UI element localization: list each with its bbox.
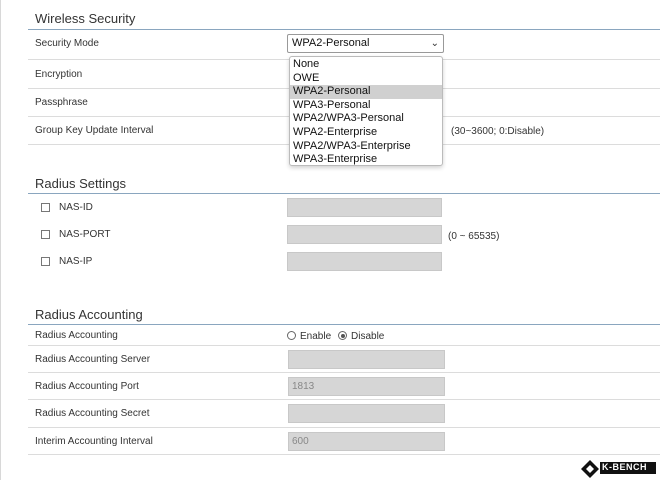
- nas-port-label: NAS-PORT: [59, 229, 111, 240]
- accounting-port-field[interactable]: 1813: [288, 377, 445, 396]
- nas-port-field[interactable]: [287, 225, 442, 244]
- dropdown-option-wpa2-wpa3-enterprise[interactable]: WPA2/WPA3-Enterprise: [290, 140, 442, 154]
- accounting-server-field[interactable]: [288, 350, 445, 369]
- interim-interval-field[interactable]: 600: [288, 432, 445, 451]
- encryption-label: Encryption: [35, 69, 83, 80]
- nas-ip-field[interactable]: [287, 252, 442, 271]
- nas-id-checkbox[interactable]: [41, 203, 50, 212]
- dropdown-option-wpa2-enterprise[interactable]: WPA2-Enterprise: [290, 126, 442, 140]
- chevron-down-icon: ⌄: [430, 38, 439, 49]
- kbench-logo: K-BENCH: [580, 459, 658, 479]
- nas-ip-label: NAS-IP: [59, 256, 93, 267]
- passphrase-label: Passphrase: [35, 97, 88, 108]
- section-title-wireless-security: Wireless Security: [35, 11, 136, 26]
- security-mode-select[interactable]: WPA2-Personal ⌄: [287, 34, 444, 53]
- enable-label: Enable: [300, 331, 332, 342]
- dropdown-option-none[interactable]: None: [290, 58, 442, 72]
- security-mode-label: Security Mode: [35, 38, 99, 49]
- enable-radio[interactable]: [287, 331, 296, 340]
- disable-label: Disable: [351, 331, 385, 342]
- group-key-label: Group Key Update Interval: [35, 125, 154, 136]
- nas-ip-checkbox[interactable]: [41, 257, 50, 266]
- nas-port-checkbox[interactable]: [41, 230, 50, 239]
- interim-interval-label: Interim Accounting Interval: [35, 436, 153, 447]
- section-title-radius-settings: Radius Settings: [35, 176, 127, 191]
- left-border: [0, 0, 1, 480]
- nas-port-hint: (0 ~ 65535): [448, 231, 500, 242]
- security-mode-dropdown: None OWE WPA2-Personal WPA3-Personal WPA…: [289, 56, 443, 166]
- security-mode-value: WPA2-Personal: [292, 37, 370, 49]
- nas-id-field[interactable]: [287, 198, 442, 217]
- section-title-radius-accounting: Radius Accounting: [35, 307, 143, 322]
- logo-brand-text: K-BENCH: [602, 462, 647, 472]
- dropdown-option-owe[interactable]: OWE: [290, 72, 442, 86]
- accounting-secret-field[interactable]: [288, 404, 445, 423]
- group-key-hint: (30~3600; 0:Disable): [451, 126, 545, 137]
- dropdown-option-wpa3-enterprise[interactable]: WPA3-Enterprise: [290, 153, 442, 167]
- accounting-port-label: Radius Accounting Port: [35, 381, 139, 392]
- radius-accounting-label: Radius Accounting: [35, 330, 118, 341]
- dropdown-option-wpa2-wpa3-personal[interactable]: WPA2/WPA3-Personal: [290, 112, 442, 126]
- section-divider: [28, 193, 660, 194]
- accounting-secret-label: Radius Accounting Secret: [35, 408, 150, 419]
- dropdown-option-wpa3-personal[interactable]: WPA3-Personal: [290, 99, 442, 113]
- dropdown-option-wpa2-personal[interactable]: WPA2-Personal: [290, 85, 442, 99]
- nas-id-label: NAS-ID: [59, 202, 93, 213]
- accounting-server-label: Radius Accounting Server: [35, 354, 151, 365]
- disable-radio[interactable]: [338, 331, 347, 340]
